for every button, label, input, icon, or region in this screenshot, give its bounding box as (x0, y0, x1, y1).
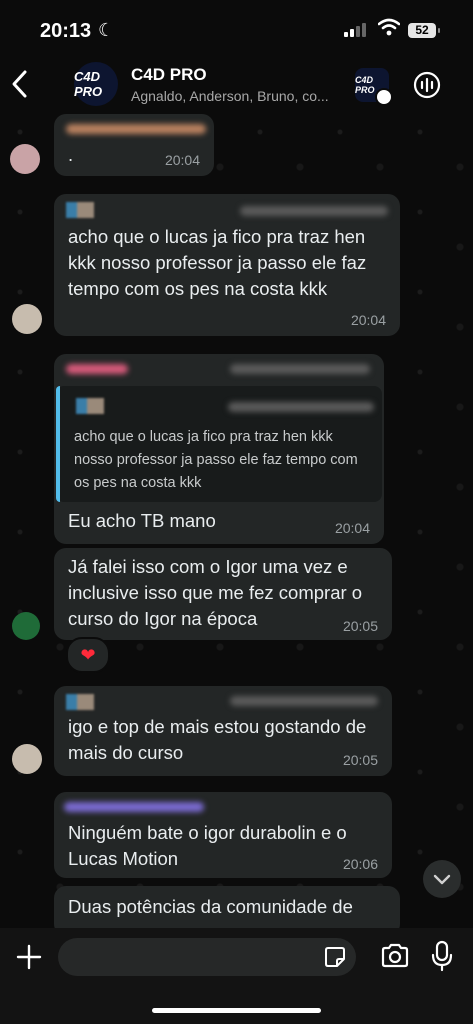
signal-icon (344, 23, 366, 37)
status-bar: 20:13 ☾ 52 (0, 0, 473, 60)
message-text: Duas potências da comunidade de (68, 896, 353, 917)
message-text: Eu acho TB mano (68, 510, 216, 531)
status-time: 20:13 (40, 20, 92, 42)
quoted-sender-sticker (76, 398, 104, 414)
voice-chat-icon[interactable] (412, 70, 442, 100)
message-bubble[interactable]: acho que o lucas ja fico pra traz hen kk… (54, 194, 400, 336)
message-time: 20:06 (342, 856, 378, 872)
sender-phone-blurred (230, 696, 378, 706)
message-text: Já falei isso com o Igor uma vez e inclu… (68, 556, 363, 629)
message-bubble[interactable]: igo e top de mais estou gostando de mais… (54, 686, 392, 776)
wifi-icon (378, 18, 400, 36)
message-time: 20:05 (342, 618, 378, 634)
check-badge-icon (375, 88, 393, 106)
microphone-icon[interactable] (430, 940, 454, 972)
sender-name-blurred (64, 802, 204, 812)
message-input[interactable] (58, 938, 356, 976)
quote-bar (56, 386, 60, 502)
chevron-down-icon (433, 874, 451, 885)
message-bubble[interactable]: Já falei isso com o Igor uma vez e inclu… (54, 548, 392, 640)
sender-avatar[interactable] (12, 304, 42, 334)
sender-sticker (66, 202, 94, 218)
community-avatar[interactable]: C4D PRO (355, 68, 393, 106)
group-members[interactable]: Agnaldo, Anderson, Bruno, co... (131, 88, 346, 104)
message-time: 20:04 (334, 520, 370, 536)
sender-name-blurred (66, 124, 206, 134)
sticker-icon[interactable] (324, 946, 346, 968)
sender-avatar[interactable] (12, 612, 40, 640)
chevron-left-icon[interactable] (8, 66, 32, 102)
message-time: 20:04 (350, 312, 386, 328)
sender-name-blurred (66, 364, 128, 374)
message-text: . (68, 144, 74, 165)
sender-phone-blurred (240, 206, 388, 216)
message-bubble[interactable]: Ninguém bate o igor durabolin e o Lucas … (54, 792, 392, 878)
message-text: Ninguém bate o igor durabolin e o Lucas … (68, 822, 347, 869)
quoted-message[interactable]: acho que o lucas ja fico pra traz hen kk… (56, 386, 382, 502)
message-text: igo e top de mais estou gostando de mais… (68, 716, 367, 763)
home-indicator (152, 1008, 321, 1013)
plus-icon[interactable] (14, 942, 44, 972)
sender-avatar[interactable] (12, 744, 42, 774)
group-avatar[interactable]: C4D PRO (74, 62, 118, 106)
heart-reaction[interactable]: ❤ (66, 637, 110, 673)
sender-phone-blurred (230, 364, 370, 374)
sender-avatar[interactable] (10, 144, 40, 174)
battery-icon: 52 (408, 23, 440, 38)
message-time: 20:05 (342, 752, 378, 768)
moon-icon: ☾ (98, 20, 115, 40)
composer-bar (0, 928, 473, 1024)
message-time: 20:04 (164, 152, 200, 168)
group-avatar-text: C4D PRO (74, 69, 103, 99)
quoted-text: acho que o lucas ja fico pra traz hen kk… (74, 429, 358, 491)
chat-header[interactable]: C4D PRO C4D PRO Agnaldo, Anderson, Bruno… (0, 60, 473, 112)
message-text: acho que o lucas ja fico pra traz hen kk… (68, 226, 367, 299)
scroll-to-bottom-button[interactable] (423, 860, 461, 898)
quoted-sender-phone-blurred (228, 402, 374, 412)
group-title[interactable]: C4D PRO (131, 65, 207, 85)
sender-sticker (66, 694, 94, 710)
camera-icon[interactable] (380, 942, 410, 970)
message-bubble[interactable]: . 20:04 (54, 114, 214, 176)
